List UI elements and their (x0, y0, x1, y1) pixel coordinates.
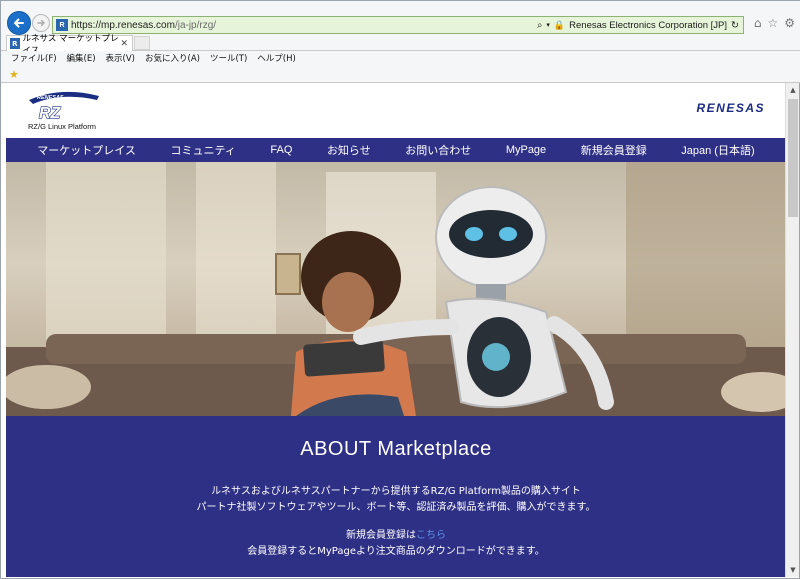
hero-illustration (6, 162, 785, 416)
search-icon[interactable]: ⌕ (537, 20, 542, 31)
logo-product: RZ (39, 105, 62, 120)
site-header: RENESAS RZ RZ/G Linux Platform RENESAS (1, 83, 785, 138)
address-bar[interactable]: R https:// mp.renesas.com /ja-jp/rzg/ ⌕ … (52, 16, 744, 34)
tab-strip: R ルネサス マーケットプレイス ✕ (1, 34, 800, 56)
scroll-up-icon[interactable]: ▲ (786, 83, 800, 97)
logo-subtitle: RZ/G Linux Platform (28, 122, 96, 131)
url-host: mp.renesas.com (101, 19, 175, 31)
close-icon[interactable]: ✕ (120, 39, 128, 49)
menu-view[interactable]: 表示(V) (106, 52, 135, 64)
url-protocol: https:// (71, 19, 102, 31)
page-viewport: RENESAS RZ RZ/G Linux Platform RENESAS マ… (1, 83, 785, 577)
address-toolbar: R https:// mp.renesas.com /ja-jp/rzg/ ⌕ … (1, 1, 800, 35)
scroll-thumb[interactable] (788, 99, 798, 217)
nav-contact[interactable]: お問い合わせ (405, 142, 471, 158)
url-path: /ja-jp/rzg/ (174, 19, 217, 31)
arrow-right-icon (37, 19, 45, 27)
rz-logo[interactable]: RENESAS RZ (23, 88, 103, 120)
address-right-group: ⌕ ▾ 🔒 Renesas Electronics Corporation [J… (537, 17, 739, 33)
nav-news[interactable]: お知らせ (327, 142, 371, 158)
about-line-2: パートナ社製ソフトウェアやツール、ボート等、認証済み製品を評価、購入ができます。 (196, 502, 596, 513)
menu-tools[interactable]: ツール(T) (210, 52, 247, 64)
lock-icon[interactable]: 🔒 (554, 20, 565, 31)
menu-help[interactable]: ヘルプ(H) (257, 52, 296, 64)
arrow-left-icon (14, 18, 24, 28)
main-nav: マーケットプレイス コミュニティ FAQ お知らせ お問い合わせ MyPage … (6, 138, 785, 162)
about-title: ABOUT Marketplace (300, 438, 492, 460)
forward-button[interactable] (32, 14, 50, 32)
browser-window: R https:// mp.renesas.com /ja-jp/rzg/ ⌕ … (0, 0, 800, 579)
nav-faq[interactable]: FAQ (270, 144, 292, 156)
favorites-bar: ★ (1, 65, 800, 83)
about-section: ABOUT Marketplace ルネサスおよびルネサスパートナーから提供する… (6, 416, 785, 577)
menu-file[interactable]: ファイル(F) (11, 52, 57, 64)
about-line-1: ルネサスおよびルネサスパートナーから提供するRZ/G Platform製品の購入… (211, 486, 581, 497)
site-identity[interactable]: Renesas Electronics Corporation [JP] (569, 20, 727, 31)
about-line-4: 会員登録するとMyPageより注文商品のダウンロードができます。 (247, 546, 545, 557)
dropdown-icon[interactable]: ▾ (546, 21, 550, 29)
register-link[interactable]: こちら (416, 530, 446, 541)
register-prompt: 新規会員登録は (346, 530, 416, 541)
tab-marketplace[interactable]: R ルネサス マーケットプレイス ✕ (6, 34, 133, 56)
logo-brand: RENESAS (37, 95, 64, 101)
refresh-icon[interactable]: ↻ (731, 20, 739, 31)
about-line-3: 新規会員登録はこちら (6, 526, 785, 541)
menu-edit[interactable]: 編集(E) (67, 52, 96, 64)
home-icon[interactable]: ⌂ (754, 16, 762, 30)
nav-community[interactable]: コミュニティ (170, 142, 235, 158)
nav-register[interactable]: 新規会員登録 (581, 142, 647, 158)
gear-icon[interactable]: ⚙ (784, 16, 795, 30)
nav-language[interactable]: Japan (日本語) (681, 142, 754, 158)
menu-favorites[interactable]: お気に入り(A) (145, 52, 200, 64)
menu-bar: ファイル(F) 編集(E) 表示(V) お気に入り(A) ツール(T) ヘルプ(… (1, 51, 800, 65)
vertical-scrollbar[interactable]: ▲ ▼ (785, 83, 799, 577)
add-favorite-icon[interactable]: ★ (9, 68, 19, 81)
new-tab-button[interactable] (134, 36, 150, 50)
toolbar-icons: ⌂ ☆ ⚙ (754, 16, 795, 30)
nav-mypage[interactable]: MyPage (506, 144, 546, 156)
renesas-corp-logo[interactable]: RENESAS (696, 101, 765, 115)
nav-marketplace[interactable]: マーケットプレイス (37, 142, 136, 158)
tab-favicon-icon: R (10, 38, 20, 49)
hero-banner (6, 162, 785, 416)
favorites-star-icon[interactable]: ☆ (767, 16, 778, 30)
site-favicon-icon: R (56, 19, 68, 31)
scroll-down-icon[interactable]: ▼ (786, 563, 800, 577)
